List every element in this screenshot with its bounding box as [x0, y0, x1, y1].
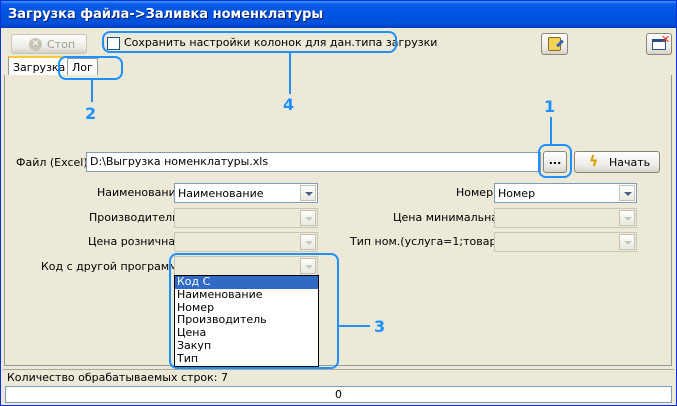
- annotation-line-4: [289, 52, 291, 94]
- annotation-box-2: [58, 56, 123, 80]
- annotation-number-4: 4: [283, 95, 295, 114]
- other-code-label: Код с другой программы: [41, 260, 187, 273]
- stop-button[interactable]: ✕ Стоп: [11, 34, 87, 54]
- name-select[interactable]: Наименование: [174, 183, 318, 203]
- progress-bar: 0: [5, 386, 672, 403]
- annotation-box-1: [538, 144, 572, 178]
- stop-label: Стоп: [47, 38, 76, 51]
- retail-price-select[interactable]: [174, 232, 318, 252]
- nom-type-label: Тип ном.(услуга=1;товар=2): [350, 235, 517, 248]
- chevron-down-icon[interactable]: [619, 210, 635, 226]
- window-title: Загрузка файла->Заливка номенклатуры: [1, 1, 676, 28]
- lightning-icon: ϟ: [589, 154, 599, 170]
- chevron-down-icon[interactable]: [619, 234, 635, 250]
- start-button[interactable]: ϟ Начать: [574, 151, 660, 173]
- annotation-number-3: 3: [374, 317, 386, 336]
- start-label: Начать: [609, 156, 651, 169]
- annotation-box-3: [169, 253, 339, 369]
- annotation-line-3: [339, 325, 370, 327]
- name-select-value: Наименование: [178, 187, 264, 200]
- min-price-select[interactable]: [494, 208, 637, 228]
- min-price-label: Цена минимальная: [393, 211, 505, 224]
- number-select-value: Номер: [498, 187, 536, 200]
- chevron-down-icon[interactable]: [300, 210, 316, 226]
- nom-type-select[interactable]: [494, 232, 637, 252]
- chevron-down-icon[interactable]: [619, 185, 635, 201]
- file-path-input[interactable]: D:\Выгрузка номенклатуры.xls: [86, 152, 541, 172]
- number-label: Номер: [456, 186, 494, 199]
- chevron-down-icon[interactable]: [300, 234, 316, 250]
- chevron-down-icon[interactable]: [300, 185, 316, 201]
- annotation-line-1: [550, 117, 552, 144]
- annotation-number-1: 1: [544, 97, 556, 116]
- producer-select[interactable]: [174, 208, 318, 228]
- name-label: Наименование: [97, 186, 183, 199]
- annotation-box-4: [102, 31, 397, 53]
- number-select[interactable]: Номер: [494, 183, 637, 203]
- retail-price-label: Цена розничная: [88, 235, 182, 248]
- close-window-button[interactable]: ✕: [646, 33, 672, 55]
- annotation-number-2: 2: [85, 104, 97, 123]
- file-label: Файл (Excel): [16, 156, 88, 169]
- annotation-line-2: [91, 80, 93, 102]
- settings-button[interactable]: [541, 33, 568, 55]
- status-bar: Количество обрабатываемых строк: 7: [3, 369, 674, 385]
- close-icon: ✕: [661, 33, 671, 46]
- main-window: Загрузка файла->Заливка номенклатуры ✕ С…: [0, 0, 677, 406]
- stop-icon: ✕: [29, 38, 42, 51]
- producer-label: Производитель: [89, 211, 179, 224]
